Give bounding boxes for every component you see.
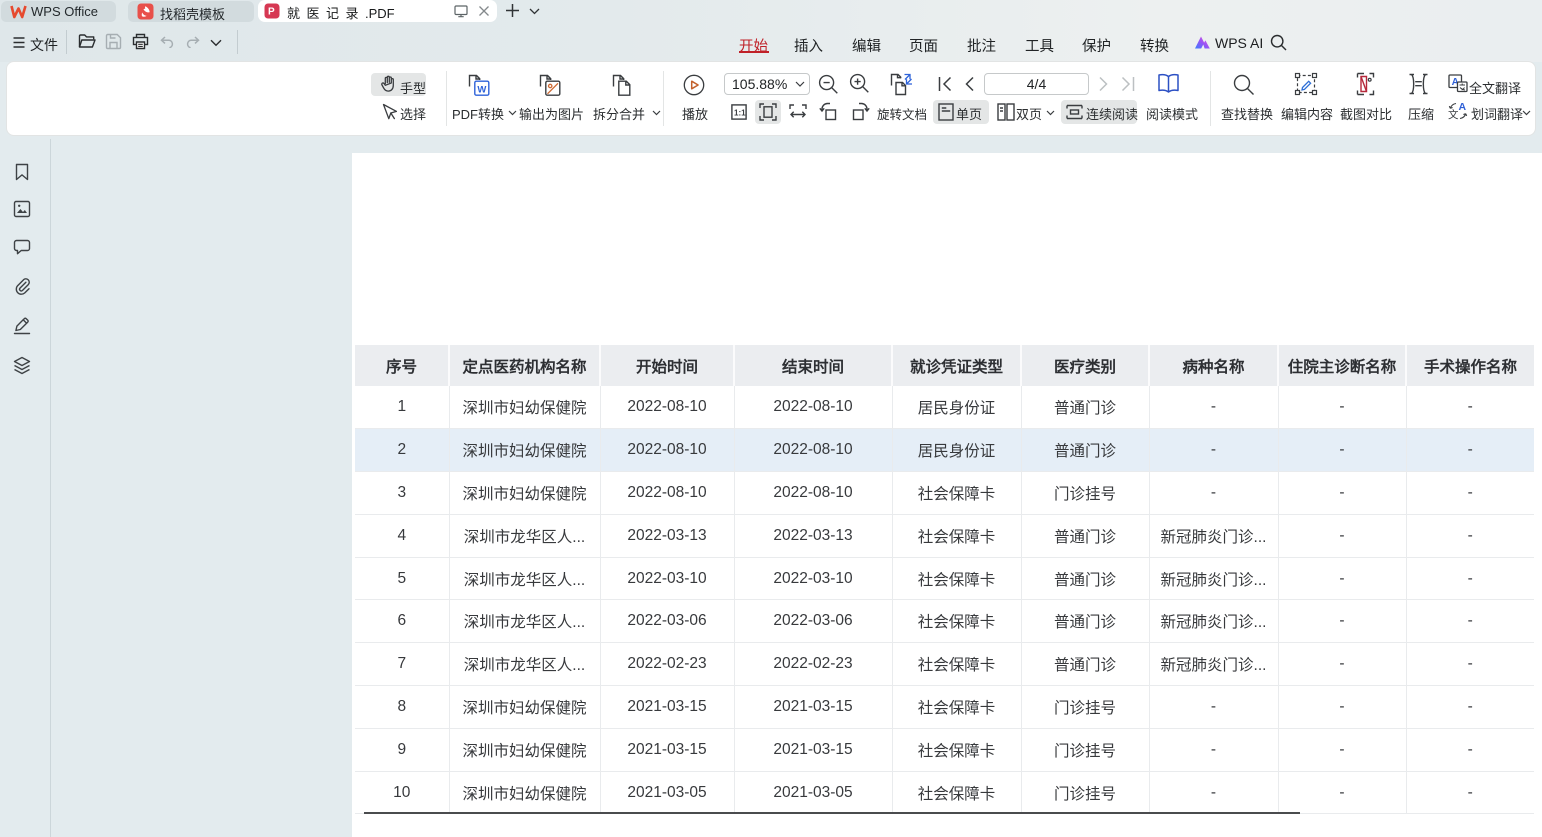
- svg-text:1:1: 1:1: [734, 108, 746, 117]
- svg-text:P: P: [268, 7, 275, 18]
- svg-text:A: A: [1459, 101, 1467, 113]
- svg-text:文: 文: [1448, 108, 1459, 121]
- svg-text:W: W: [477, 84, 486, 95]
